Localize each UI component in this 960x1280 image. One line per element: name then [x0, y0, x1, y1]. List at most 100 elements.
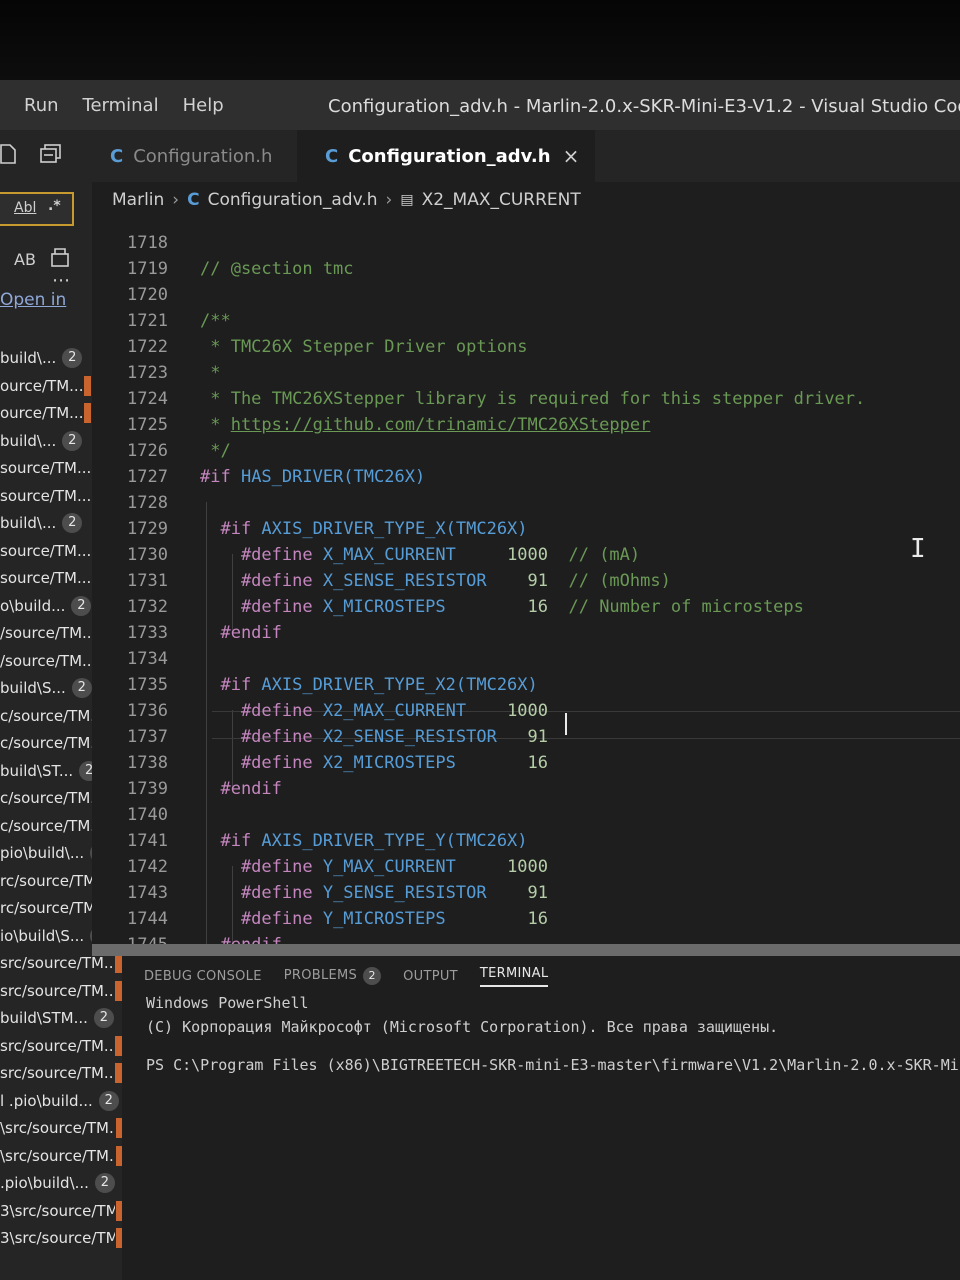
code-line[interactable]: 1730 #define X_MAX_CURRENT 1000 // (mA): [92, 542, 960, 568]
menu-run[interactable]: Run: [24, 95, 59, 116]
tab-debug-console[interactable]: DEBUG CONSOLE: [144, 969, 262, 984]
code-text: // @section tmc: [200, 256, 354, 282]
breadcrumb-folder[interactable]: Marlin: [112, 190, 164, 210]
search-result-file[interactable]: l .pio\build... 2: [0, 1089, 122, 1113]
code-token: AXIS_DRIVER_TYPE_X2(TMC26X): [261, 675, 538, 695]
code-line[interactable]: 1742 #define Y_MAX_CURRENT 1000: [92, 854, 960, 880]
search-result-file[interactable]: 3\src/source/TM...: [0, 1199, 122, 1223]
preserve-case-icon[interactable]: AB: [14, 250, 36, 269]
match-whole-word-icon[interactable]: Abl: [14, 200, 36, 216]
file-name: .pio\build\...: [0, 1174, 89, 1192]
search-result-file[interactable]: build\STM... 2: [0, 1006, 122, 1030]
screen-bezel: [0, 0, 960, 80]
code-text: #define Y_MICROSTEPS 16: [200, 906, 548, 932]
file-name: ource/TM...: [0, 404, 84, 422]
code-token: #endif: [200, 623, 282, 643]
search-result-file[interactable]: \src/source/TM...: [0, 1144, 122, 1168]
file-name: /source/TM...: [0, 651, 97, 670]
code-token: #define: [200, 909, 323, 929]
breadcrumb-file[interactable]: Configuration_adv.h: [208, 190, 378, 210]
code-text: /**: [200, 308, 231, 334]
code-token: 16: [527, 753, 549, 773]
code-text: #define X2_MAX_CURRENT 1000: [200, 698, 548, 724]
code-token: #define: [200, 701, 323, 721]
code-line[interactable]: 1723 *: [92, 360, 960, 386]
code-line[interactable]: 1738 #define X2_MICROSTEPS 16: [92, 750, 960, 776]
code-line[interactable]: 1739 #endif: [92, 776, 960, 802]
match-count-badge: 2: [98, 1090, 119, 1111]
line-number: 1734: [127, 649, 168, 669]
code-token: AXIS_DRIVER_TYPE_X(TMC26X): [261, 519, 528, 539]
code-line[interactable]: 1737 #define X2_SENSE_RESISTOR 91: [92, 724, 960, 750]
regex-icon[interactable]: .*: [48, 198, 61, 214]
tab-terminal[interactable]: TERMINAL: [479, 966, 549, 987]
code-line[interactable]: 1735 #if AXIS_DRIVER_TYPE_X2(TMC26X): [92, 672, 960, 698]
code-line[interactable]: 1744 #define Y_MICROSTEPS 16: [92, 906, 960, 932]
close-icon[interactable]: ×: [563, 144, 580, 168]
search-result-file[interactable]: \src/source/TM...: [0, 1116, 122, 1140]
code-line[interactable]: 1726 */: [92, 438, 960, 464]
tab-problems-label: PROBLEMS: [283, 968, 358, 983]
code-text: #endif: [200, 776, 281, 802]
tab-output[interactable]: OUTPUT: [403, 969, 458, 984]
code-line[interactable]: 1727 #if HAS_DRIVER(TMC26X): [92, 464, 960, 490]
replace-input[interactable]: Abl .*: [0, 192, 74, 226]
code-line[interactable]: 1728: [92, 490, 960, 516]
code-line[interactable]: 1740: [92, 802, 960, 828]
code-line[interactable]: 1724 * The TMC26XStepper library is requ…: [92, 386, 960, 412]
collapse-all-icon[interactable]: [40, 144, 62, 164]
open-in-editor-link[interactable]: Open in: [0, 290, 66, 310]
replace-all-icon[interactable]: [50, 246, 70, 268]
code-token: 16: [527, 597, 549, 617]
menu-help[interactable]: Help: [183, 95, 224, 116]
tab-label: Configuration.h: [133, 145, 273, 167]
menu-terminal[interactable]: Terminal: [83, 95, 159, 116]
code-token: // (mA): [548, 545, 641, 565]
new-file-icon[interactable]: [0, 144, 16, 164]
code-text: #define X2_SENSE_RESISTOR 91: [200, 724, 548, 750]
code-line[interactable]: 1736 #define X2_MAX_CURRENT 1000: [92, 698, 960, 724]
file-name: src/source/TM...: [0, 954, 115, 972]
code-line[interactable]: 1743 #define Y_SENSE_RESISTOR 91: [92, 880, 960, 906]
code-line[interactable]: 1720: [92, 282, 960, 308]
code-token: #if: [200, 831, 262, 851]
code-line[interactable]: 1734: [92, 646, 960, 672]
code-line[interactable]: 1741 #if AXIS_DRIVER_TYPE_Y(TMC26X): [92, 828, 960, 854]
code-line[interactable]: 1733 #endif: [92, 620, 960, 646]
tab-problems[interactable]: PROBLEMS 2: [283, 967, 382, 985]
code-line[interactable]: 1721 /**: [92, 308, 960, 334]
search-result-file[interactable]: src/source/TM...: [0, 979, 122, 1003]
panel-divider[interactable]: [92, 944, 960, 956]
code-line[interactable]: 1729 #if AXIS_DRIVER_TYPE_X(TMC26X): [92, 516, 960, 542]
search-result-file[interactable]: src/source/TM...: [0, 1061, 122, 1085]
code-token[interactable]: https://github.com/trinamic/TMC26XSteppe…: [231, 415, 651, 435]
code-text: #endif: [200, 620, 282, 646]
code-line[interactable]: 1719 // @section tmc: [92, 256, 960, 282]
code-editor[interactable]: 1718 1719 // @section tmc 1720 1721 /** 1722 *…: [92, 218, 960, 948]
code-line[interactable]: 1731 #define X_SENSE_RESISTOR 91 // (mOh…: [92, 568, 960, 594]
code-token: HAS_DRIVER(TMC26X): [240, 467, 426, 487]
match-count-badge: 2: [71, 678, 92, 698]
code-line[interactable]: 1718: [92, 230, 960, 256]
code-text: * TMC26X Stepper Driver options: [200, 334, 528, 360]
file-name: source/TM...: [0, 541, 92, 560]
line-number: 1741: [127, 831, 168, 851]
terminal-prompt[interactable]: PS C:\Program Files (x86)\BIGTREETECH-SK…: [146, 1056, 959, 1074]
code-line[interactable]: 1722 * TMC26X Stepper Driver options: [92, 334, 960, 360]
tab-configuration-adv-h[interactable]: C Configuration_adv.h ×: [297, 130, 595, 182]
breadcrumb-symbol[interactable]: X2_MAX_CURRENT: [422, 190, 581, 210]
search-result-file[interactable]: src/source/TM...: [0, 1034, 122, 1058]
code-line[interactable]: 1732 #define X_MICROSTEPS 16 // Number o…: [92, 594, 960, 620]
bottom-panel: DEBUG CONSOLE PROBLEMS 2 OUTPUT TERMINAL …: [122, 956, 960, 1280]
panel-tabs: DEBUG CONSOLE PROBLEMS 2 OUTPUT TERMINAL: [122, 956, 960, 996]
code-line[interactable]: 1725 * https://github.com/trinamic/TMC26…: [92, 412, 960, 438]
code-token: * TMC26X Stepper Driver options: [200, 337, 528, 357]
search-result-file[interactable]: .pio\build\... 2: [0, 1171, 122, 1195]
file-name: source/TM...: [0, 459, 92, 477]
file-name: c/source/TM...: [0, 816, 105, 835]
search-result-file[interactable]: 3\src/source/TM...: [0, 1226, 122, 1250]
more-options-icon[interactable]: ⋯: [52, 270, 70, 291]
line-number: 1728: [127, 493, 168, 513]
breadcrumb: Marlin › C Configuration_adv.h › ▤ X2_MA…: [92, 182, 960, 218]
tab-configuration-h[interactable]: C Configuration.h: [92, 130, 315, 182]
